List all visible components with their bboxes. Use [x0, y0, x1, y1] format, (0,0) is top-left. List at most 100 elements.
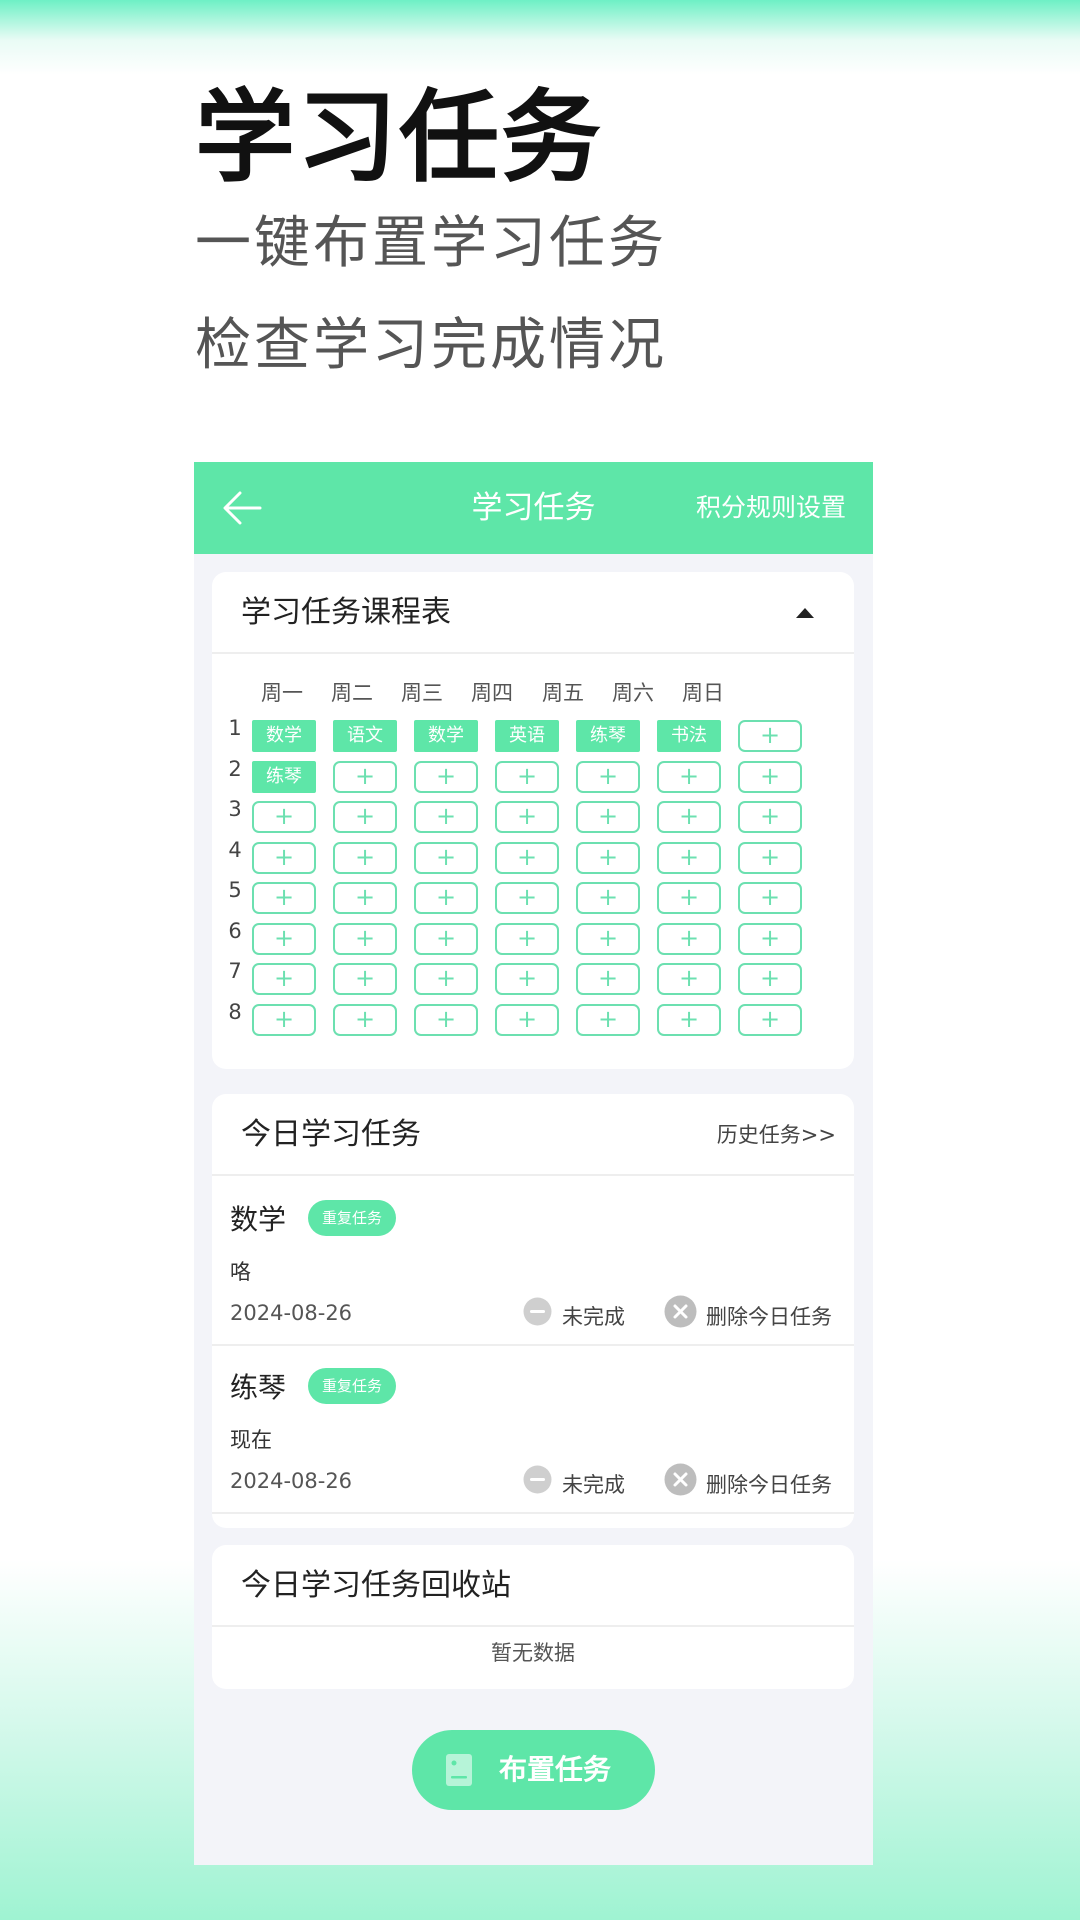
delete-icon[interactable] — [664, 1463, 697, 1496]
schedule-slot-add[interactable]: + — [414, 963, 478, 995]
points-rules-settings-button[interactable]: 积分规则设置 — [696, 462, 846, 554]
row-number: 4 — [228, 837, 242, 862]
schedule-slot-add[interactable]: + — [657, 1003, 721, 1036]
schedule-slot-add[interactable]: + — [333, 841, 397, 874]
schedule-slot-course[interactable]: 语文 — [333, 720, 397, 752]
schedule-slot-course[interactable]: 书法 — [657, 720, 721, 752]
schedule-slot-add[interactable]: + — [738, 841, 802, 874]
task-name: 数学 — [230, 1203, 287, 1236]
weekday-wed: 周三 — [401, 681, 443, 705]
schedule-slot-add[interactable]: + — [738, 760, 802, 793]
schedule-slot-add[interactable]: + — [738, 720, 802, 752]
task-status-label[interactable]: 未完成 — [562, 1469, 625, 1499]
weekday-tue: 周二 — [331, 681, 373, 705]
schedule-slot-add[interactable]: + — [414, 1003, 478, 1036]
promo-subtitle-2: 检查学习完成情况 — [195, 313, 667, 378]
history-tasks-link[interactable]: 历史任务>> — [717, 1094, 836, 1176]
schedule-slot-add[interactable]: + — [333, 801, 397, 833]
schedule-slot-add[interactable]: + — [576, 963, 640, 995]
row-number: 6 — [228, 918, 242, 943]
back-arrow-icon[interactable] — [222, 490, 262, 526]
schedule-slot-add[interactable]: + — [495, 963, 559, 995]
schedule-slot-add[interactable]: + — [657, 882, 721, 914]
recycle-bin-header: 今日学习任务回收站 — [212, 1545, 854, 1627]
schedule-slot-add[interactable]: + — [333, 1003, 397, 1036]
schedule-slot-add[interactable]: + — [495, 882, 559, 914]
assign-task-button[interactable]: 布置任务 — [412, 1730, 655, 1810]
schedule-slot-add[interactable]: + — [495, 801, 559, 833]
schedule-slot-add[interactable]: + — [252, 882, 316, 914]
schedule-slot-add[interactable]: + — [414, 841, 478, 874]
collapse-caret-icon[interactable] — [796, 608, 814, 618]
row-number: 1 — [228, 716, 242, 740]
delete-icon[interactable] — [664, 1295, 697, 1328]
schedule-slot-add[interactable]: + — [576, 882, 640, 914]
recycle-bin-title: 今日学习任务回收站 — [241, 1568, 511, 1603]
schedule-slot-add[interactable]: + — [495, 841, 559, 874]
schedule-slot-add[interactable]: + — [414, 882, 478, 914]
schedule-slot-add[interactable]: + — [495, 922, 559, 955]
task-item[interactable]: 数学 重复任务 咯 2024-08-26 未完成 删除今日任务 — [212, 1178, 854, 1346]
schedule-slot-add[interactable]: + — [252, 1003, 316, 1036]
schedule-slot-add[interactable]: + — [333, 963, 397, 995]
schedule-slot-add[interactable]: + — [738, 963, 802, 995]
schedule-slot-add[interactable]: + — [657, 841, 721, 874]
schedule-slot-add[interactable]: + — [414, 801, 478, 833]
schedule-slot-add[interactable]: + — [657, 963, 721, 995]
schedule-slot-add[interactable]: + — [657, 760, 721, 793]
row-number: 2 — [228, 756, 242, 781]
task-status-label[interactable]: 未完成 — [562, 1301, 625, 1331]
schedule-slot-add[interactable]: + — [738, 801, 802, 833]
schedule-slot-add[interactable]: + — [576, 760, 640, 793]
schedule-slot-course[interactable]: 数学 — [414, 720, 478, 752]
schedule-slot-add[interactable]: + — [495, 760, 559, 793]
incomplete-status-icon[interactable] — [523, 1297, 552, 1326]
schedule-slot-add[interactable]: + — [738, 882, 802, 914]
schedule-slot-add[interactable]: + — [657, 922, 721, 955]
schedule-slot-add[interactable]: + — [252, 922, 316, 955]
schedule-slot-add[interactable]: + — [414, 922, 478, 955]
schedule-slot-add[interactable]: + — [576, 1003, 640, 1036]
schedule-slot-add[interactable]: + — [495, 1003, 559, 1036]
row-number: 5 — [228, 878, 242, 902]
incomplete-status-icon[interactable] — [523, 1465, 552, 1494]
schedule-slot-add[interactable]: + — [576, 841, 640, 874]
schedule-title: 学习任务课程表 — [241, 595, 451, 630]
schedule-slot-add[interactable]: + — [657, 801, 721, 833]
today-tasks-card: 今日学习任务 历史任务>> 数学 重复任务 咯 2024-08-26 未完成 删… — [212, 1094, 854, 1528]
schedule-slot-add[interactable]: + — [576, 801, 640, 833]
schedule-slot-course[interactable]: 数学 — [252, 720, 316, 752]
row-number: 8 — [228, 999, 242, 1024]
schedule-slot-add[interactable]: + — [252, 963, 316, 995]
schedule-card: 学习任务课程表 周一 周二 周三 周四 周五 周六 周日 1 数学 语文 数学 英语 练琴… — [212, 572, 854, 1069]
schedule-slot-add[interactable]: + — [576, 922, 640, 955]
schedule-header[interactable]: 学习任务课程表 — [212, 572, 854, 654]
schedule-slot-add[interactable]: + — [333, 760, 397, 793]
task-date: 2024-08-26 — [230, 1301, 353, 1325]
schedule-slot-course[interactable]: 练琴 — [576, 720, 640, 752]
task-item[interactable]: 练琴 重复任务 现在 2024-08-26 未完成 删除今日任务 — [212, 1346, 854, 1514]
repeat-task-badge: 重复任务 — [308, 1368, 397, 1404]
schedule-slot-add[interactable]: + — [252, 841, 316, 874]
schedule-slot-add[interactable]: + — [738, 922, 802, 955]
weekday-fri: 周五 — [542, 681, 584, 705]
schedule-slot-add[interactable]: + — [414, 760, 478, 793]
schedule-slot-add[interactable]: + — [738, 1003, 802, 1036]
delete-today-task-button[interactable]: 删除今日任务 — [706, 1469, 832, 1499]
weekday-sun: 周日 — [682, 681, 724, 705]
row-number: 7 — [228, 959, 242, 983]
task-name: 练琴 — [230, 1371, 287, 1404]
recycle-bin-card: 今日学习任务回收站 暂无数据 — [212, 1545, 854, 1689]
repeat-task-badge: 重复任务 — [308, 1200, 397, 1236]
task-date: 2024-08-26 — [230, 1469, 353, 1493]
delete-today-task-button[interactable]: 删除今日任务 — [706, 1301, 832, 1331]
schedule-slot-add[interactable]: + — [333, 922, 397, 955]
weekday-mon: 周一 — [261, 681, 303, 705]
schedule-slot-add[interactable]: + — [252, 801, 316, 833]
schedule-slot-course[interactable]: 练琴 — [252, 760, 316, 793]
weekday-thu: 周四 — [471, 681, 513, 705]
assign-task-label: 布置任务 — [499, 1753, 612, 1786]
schedule-slot-add[interactable]: + — [333, 882, 397, 914]
phone-screen: 学习任务 积分规则设置 学习任务课程表 周一 周二 周三 周四 周五 周六 周日… — [194, 462, 873, 1865]
schedule-slot-course[interactable]: 英语 — [495, 720, 559, 752]
